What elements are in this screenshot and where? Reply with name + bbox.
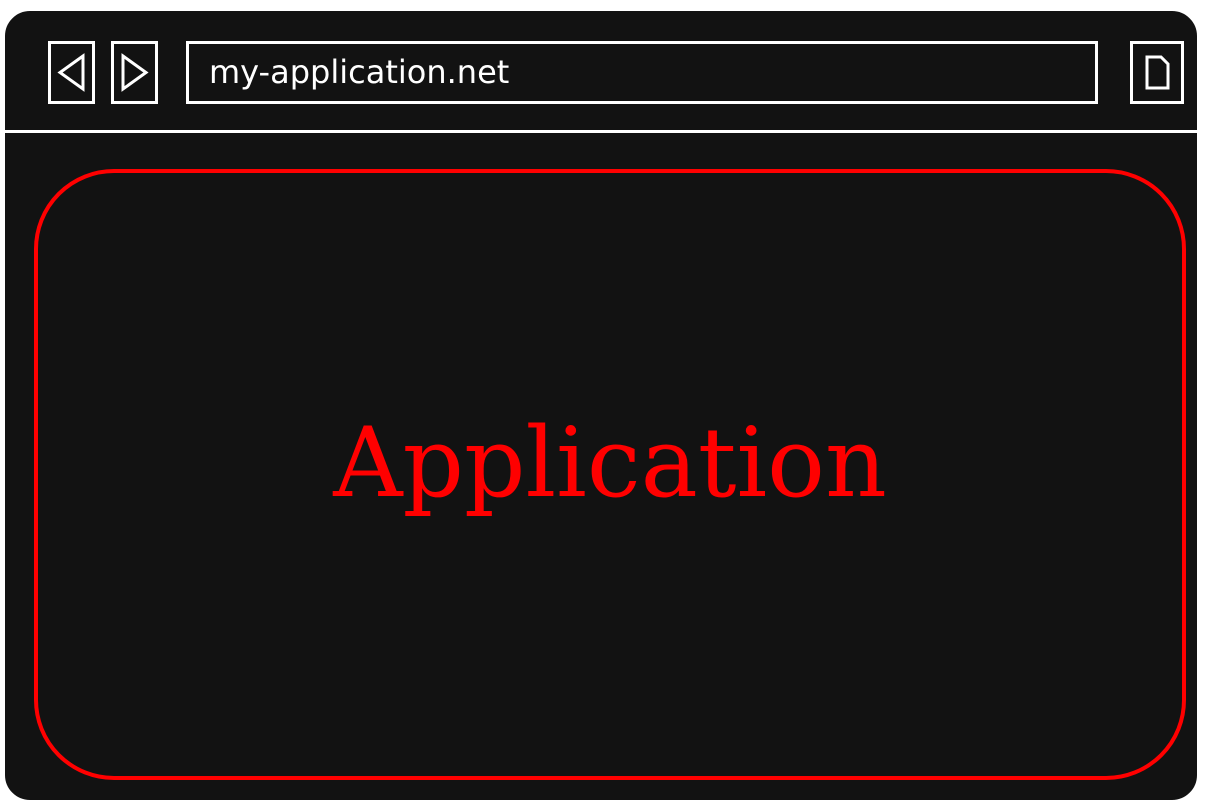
page-button[interactable]: [1130, 41, 1184, 104]
back-arrow-icon: [57, 53, 85, 92]
forward-arrow-icon: [121, 53, 149, 92]
browser-window: my-application.net Application: [2, 8, 1200, 803]
application-panel: Application: [34, 169, 1186, 780]
application-label: Application: [333, 406, 887, 519]
back-button[interactable]: [48, 41, 95, 104]
address-url: my-application.net: [209, 53, 510, 91]
document-icon: [1145, 55, 1170, 90]
address-bar[interactable]: my-application.net: [186, 41, 1098, 104]
browser-toolbar: my-application.net: [5, 11, 1197, 133]
forward-button[interactable]: [111, 41, 158, 104]
